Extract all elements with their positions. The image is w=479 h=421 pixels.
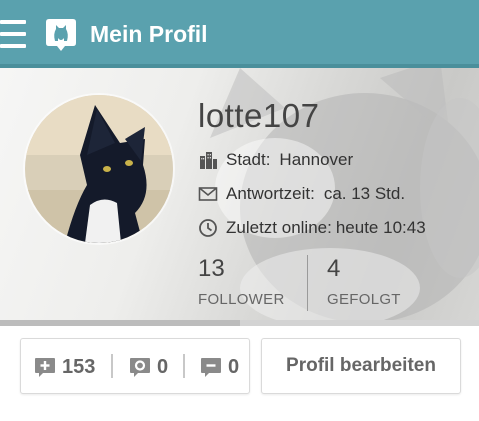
city-value: Hannover (279, 150, 354, 169)
response-time-row: Antwortzeit: ca. 13 Std. (198, 183, 405, 205)
last-online-value: heute 10:43 (335, 218, 426, 237)
plus-count[interactable]: 153 (33, 353, 95, 381)
profile-header: lotte107 Stadt: Hannover Antwortzeit: ca… (0, 68, 479, 322)
answers-count[interactable]: 0 (128, 353, 168, 381)
last-online-label: Zuletzt online: (226, 218, 332, 237)
header-bottom-segment (0, 320, 240, 326)
minus-bubble-icon (201, 358, 221, 377)
edit-profile-button[interactable]: Profil bearbeiten (261, 338, 461, 394)
answer-bubble-icon (130, 358, 150, 377)
response-time-value: ca. 13 Std. (323, 184, 406, 203)
following-label: GEFOLGT (327, 291, 401, 308)
mail-icon (198, 187, 218, 201)
followers-count: 13 (198, 255, 225, 282)
app-logo-icon (46, 19, 76, 51)
app-bar: Mein Profil (0, 0, 479, 68)
last-online-row: Zuletzt online: heute 10:43 (198, 217, 426, 239)
header-bottom-bar (0, 320, 479, 326)
clock-icon (199, 219, 217, 237)
response-time-label: Antwortzeit: (226, 184, 315, 203)
messages-count[interactable]: 0 (199, 353, 239, 381)
answers-count-value: 0 (157, 356, 169, 378)
city-row: Stadt: Hannover (198, 149, 353, 171)
activity-counts: 153 0 0 (20, 338, 250, 394)
city-label: Stadt: (226, 150, 271, 169)
messages-count-value: 0 (228, 356, 240, 378)
hamburger-menu-icon[interactable] (0, 20, 26, 48)
city-icon (200, 152, 217, 169)
username: lotte107 (198, 97, 320, 134)
page-title: Mein Profil (90, 21, 208, 47)
followers-label: FOLLOWER (198, 291, 285, 308)
following-count: 4 (327, 255, 341, 282)
count-separator (111, 354, 113, 378)
followers-stat[interactable]: 13 FOLLOWER (198, 255, 285, 309)
plus-count-value: 153 (62, 356, 96, 378)
plus-bubble-icon (35, 358, 55, 377)
stat-divider (307, 255, 308, 311)
count-separator (183, 354, 185, 378)
avatar[interactable] (25, 95, 173, 243)
following-stat[interactable]: 4 GEFOLGT (327, 255, 401, 309)
